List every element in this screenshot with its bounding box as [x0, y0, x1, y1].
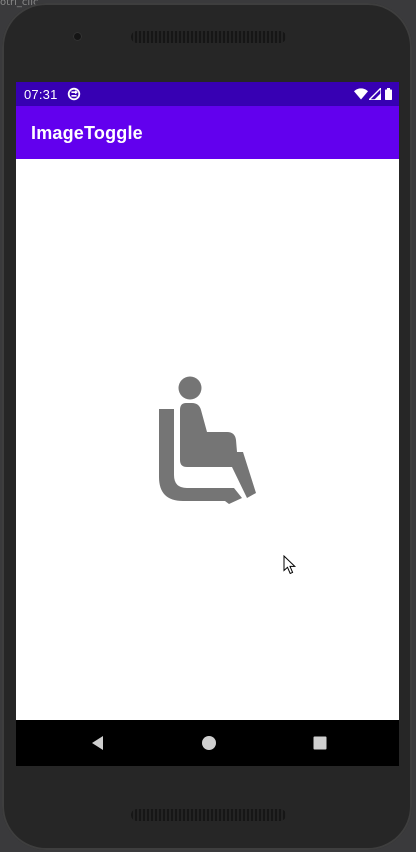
mouse-cursor-icon — [283, 554, 297, 575]
toggle-image-button[interactable] — [157, 372, 257, 504]
app-toolbar: ImageToggle — [16, 106, 399, 159]
phone-frame: 07:31 ImageToggle — [2, 3, 412, 850]
cellular-signal-icon — [367, 86, 382, 105]
recents-icon[interactable] — [310, 733, 330, 753]
back-icon[interactable] — [88, 733, 108, 753]
status-time: 07:31 — [24, 87, 58, 102]
app-title: ImageToggle — [31, 123, 143, 143]
top-speaker-grille — [131, 31, 286, 43]
wifi-icon — [354, 87, 368, 105]
battery-icon — [385, 87, 392, 105]
device-screen: 07:31 ImageToggle — [16, 82, 399, 766]
front-camera — [73, 32, 82, 41]
main-content — [16, 159, 399, 720]
accessible-seated-person-icon — [159, 376, 256, 504]
bottom-speaker-grille — [131, 809, 286, 821]
home-icon[interactable] — [199, 733, 219, 753]
navigation-bar — [16, 720, 399, 766]
status-bar: 07:31 — [16, 82, 399, 106]
data-sync-icon — [67, 87, 81, 101]
